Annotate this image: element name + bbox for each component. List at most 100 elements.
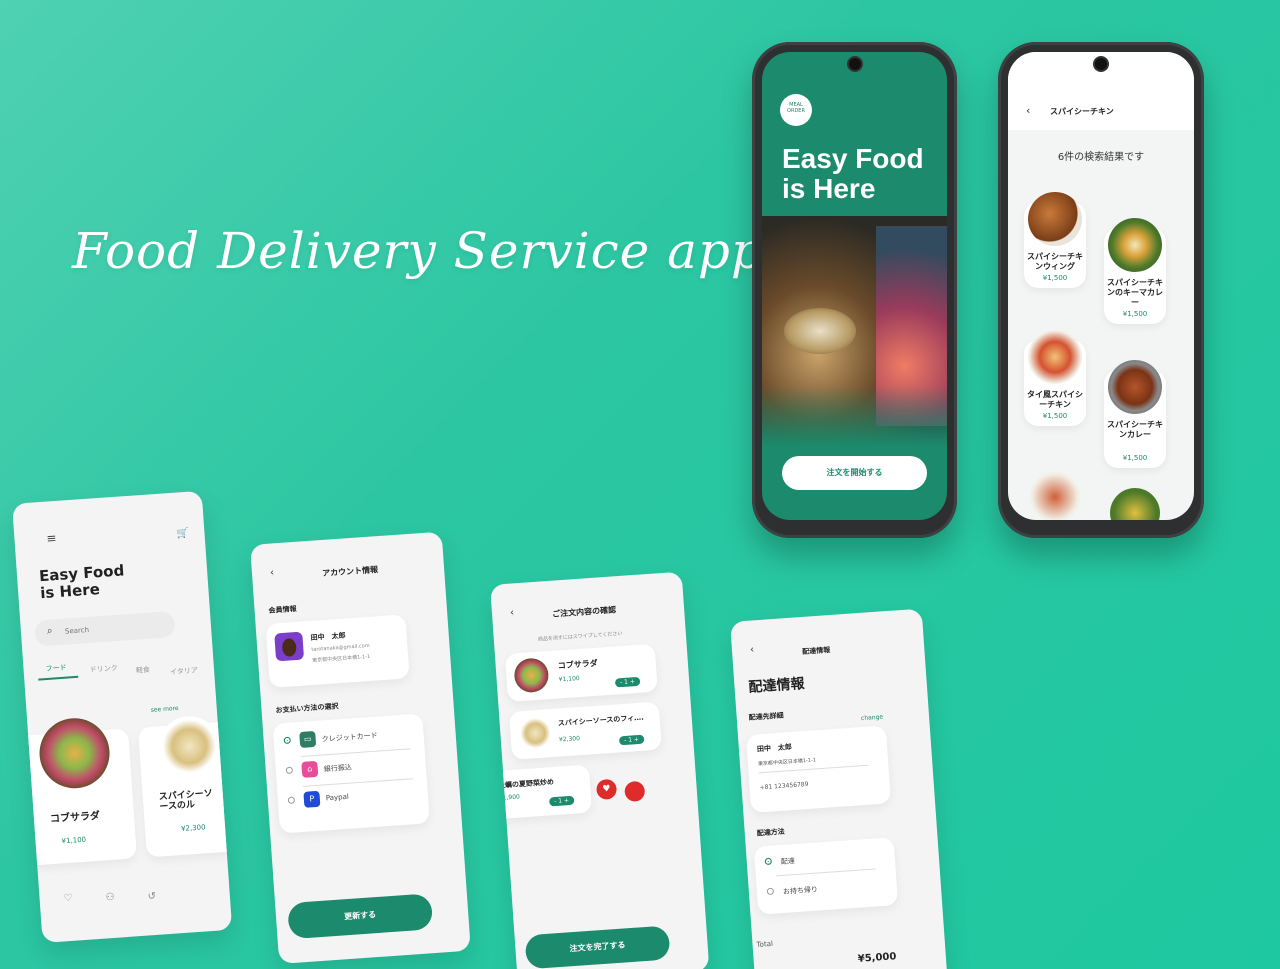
divider xyxy=(300,748,411,757)
member-name: 田中 太郎 xyxy=(310,631,346,642)
dish-name: スパイシーソースのフィ…. xyxy=(557,713,645,728)
delivery-big-title: 配達情報 xyxy=(748,675,806,696)
hero-fade xyxy=(762,386,947,446)
method-takeout-label: お持ち帰り xyxy=(782,885,819,896)
avatar xyxy=(274,631,305,662)
featured-card[interactable]: スパイシーソースのル ¥2,300 xyxy=(137,714,233,858)
method-delivery-label: 配達 xyxy=(780,857,796,867)
method-radio-takeout[interactable] xyxy=(766,887,775,896)
quantity-stepper[interactable]: - 1 + xyxy=(614,676,641,688)
dish-image xyxy=(157,714,222,779)
result-card[interactable]: スパイシーチキンのキーマカレー ¥1,500 xyxy=(1104,218,1166,324)
method-radio-delivery[interactable] xyxy=(764,857,773,866)
delivery-methods: 配達 お持ち帰り xyxy=(753,837,899,915)
payment-section-label: お支払い方法の選択 xyxy=(275,702,339,715)
heart-icon[interactable]: ♡ xyxy=(63,893,73,905)
method-section-label: 配達方法 xyxy=(756,827,786,838)
swipe-hint: 商品を消すにはスワイプしてください xyxy=(537,630,623,643)
tab-food[interactable]: フード xyxy=(45,663,67,674)
address-card: 田中 太郎 東京都中央区日本橋1-1-1 +81 123456789 xyxy=(745,725,892,813)
recipient-phone: +81 123456789 xyxy=(759,780,809,792)
dish-price: ¥1,500 xyxy=(1042,412,1068,420)
dish-name: コブサラダ xyxy=(557,658,599,671)
dish-price: ¥1,500 xyxy=(1042,274,1068,282)
dish-price: ¥1,500 xyxy=(1122,454,1148,462)
order-item[interactable]: コブサラダ ¥1,100 - 1 + xyxy=(504,643,658,703)
dish-name: スパイシーソースのル xyxy=(158,788,214,813)
home-title: Easy Food is Here xyxy=(38,561,125,603)
dish-price: ¥1,500 xyxy=(1122,310,1148,318)
splash-title: Easy Food is Here xyxy=(782,143,924,204)
favorite-button[interactable]: ♥ xyxy=(595,778,618,801)
total-label: Total xyxy=(756,939,774,949)
dish-image xyxy=(513,657,550,694)
camera-dot xyxy=(848,58,861,70)
start-order-button[interactable]: 注文を開始する xyxy=(782,456,927,490)
payment-options: ▭ クレジットカード ⌂ 銀行振込 P Paypal xyxy=(272,713,430,834)
dish-name: スパイシーチキンウィング xyxy=(1027,252,1083,271)
update-button[interactable]: 更新する xyxy=(287,893,434,940)
order-item-swiped[interactable]: 牡蠣の夏野菜炒め ¥1,900 - 1 + xyxy=(490,764,593,820)
payment-card-label: クレジットカード xyxy=(321,731,378,744)
card-icon: ▭ xyxy=(299,730,317,748)
hero-plate xyxy=(784,308,856,354)
delete-button[interactable] xyxy=(624,780,646,803)
headline: Food Delivery Service app. xyxy=(72,222,781,280)
recipient-name: 田中 太郎 xyxy=(756,742,793,754)
search-placeholder: Search xyxy=(64,625,90,636)
delivery-screen-card: ‹ 配達情報 配達情報 配達先詳細 change 田中 太郎 東京都中央区日本橋… xyxy=(730,608,949,969)
member-card[interactable]: 田中 太郎 tarotanaka@gmail.com 東京都中央区日本橋1-1-… xyxy=(265,614,410,688)
dish-image xyxy=(517,715,554,752)
dish-price: ¥1,100 xyxy=(61,835,87,846)
phone-search-results: ‹ スパイシーチキン 6件の検索結果です スパイシーチキンウィング ¥1,500… xyxy=(998,42,1204,538)
back-icon[interactable]: ‹ xyxy=(270,567,275,578)
bank-icon: ⌂ xyxy=(301,760,319,778)
address-section-label: 配達先詳細 xyxy=(748,711,784,722)
delivery-header-title: 配達情報 xyxy=(801,646,831,657)
menu-icon[interactable]: ≡ xyxy=(46,531,57,546)
search-input[interactable]: ⌕ Search xyxy=(34,610,176,647)
search-icon: ⌕ xyxy=(46,625,53,637)
complete-order-button[interactable]: 注文を完了する xyxy=(524,925,671,969)
avatar-face xyxy=(281,638,297,657)
order-item[interactable]: スパイシーソースのフィ…. ¥2,300 - 1 + xyxy=(508,701,662,760)
history-icon[interactable]: ↺ xyxy=(147,891,156,903)
cart-icon[interactable]: 🛒 xyxy=(176,528,189,540)
member-section-label: 会員情報 xyxy=(268,604,297,615)
dish-image xyxy=(1108,360,1162,414)
hero-food-photo xyxy=(762,216,947,446)
result-card[interactable]: スパイシーチキンカレー ¥1,500 xyxy=(1104,360,1166,468)
dish-image-partial xyxy=(1110,488,1160,520)
dish-price: ¥2,300 xyxy=(558,735,581,744)
active-tab-indicator xyxy=(38,675,79,681)
tab-drink[interactable]: ドリンク xyxy=(89,663,118,675)
result-card[interactable]: スパイシーチキンウィング ¥1,500 xyxy=(1024,192,1086,288)
result-count: 6件の検索結果です xyxy=(1057,152,1145,163)
payment-radio-card[interactable] xyxy=(283,736,291,745)
payment-radio-paypal[interactable] xyxy=(287,796,296,804)
dish-image-partial xyxy=(1030,472,1080,520)
quantity-stepper[interactable]: - 1 + xyxy=(548,795,575,807)
quantity-stepper[interactable]: - 1 + xyxy=(618,734,645,746)
change-link[interactable]: change xyxy=(861,714,884,723)
payment-radio-bank[interactable] xyxy=(285,766,294,775)
dish-price: ¥1,900 xyxy=(498,793,521,802)
user-icon[interactable]: ⚇ xyxy=(105,892,115,904)
account-screen-card: ‹ アカウント情報 会員情報 田中 太郎 tarotanaka@gmail.co… xyxy=(250,531,471,964)
back-icon[interactable]: ‹ xyxy=(750,644,755,655)
recipient-address: 東京都中央区日本橋1-1-1 xyxy=(757,757,817,768)
see-more-link[interactable]: see more xyxy=(150,705,178,714)
featured-card[interactable]: コブサラダ ¥1,100 xyxy=(18,715,138,866)
dish-name: コブサラダ xyxy=(49,810,101,826)
dish-price: ¥1,100 xyxy=(558,674,580,684)
payment-paypal-label: Paypal xyxy=(325,792,350,803)
back-icon[interactable]: ‹ xyxy=(510,607,515,618)
phone-splash: MEAL ORDER Easy Food is Here 注文を開始する xyxy=(752,42,957,538)
tab-italian[interactable]: イタリア xyxy=(170,665,198,677)
result-card[interactable]: タイ風スパイシーチキン ¥1,500 xyxy=(1024,330,1086,426)
camera-dot xyxy=(1095,58,1107,70)
back-icon[interactable]: ‹ xyxy=(1026,104,1030,117)
dish-image xyxy=(1028,330,1082,384)
dish-image xyxy=(37,715,112,791)
tab-snack[interactable]: 軽食 xyxy=(136,665,151,676)
